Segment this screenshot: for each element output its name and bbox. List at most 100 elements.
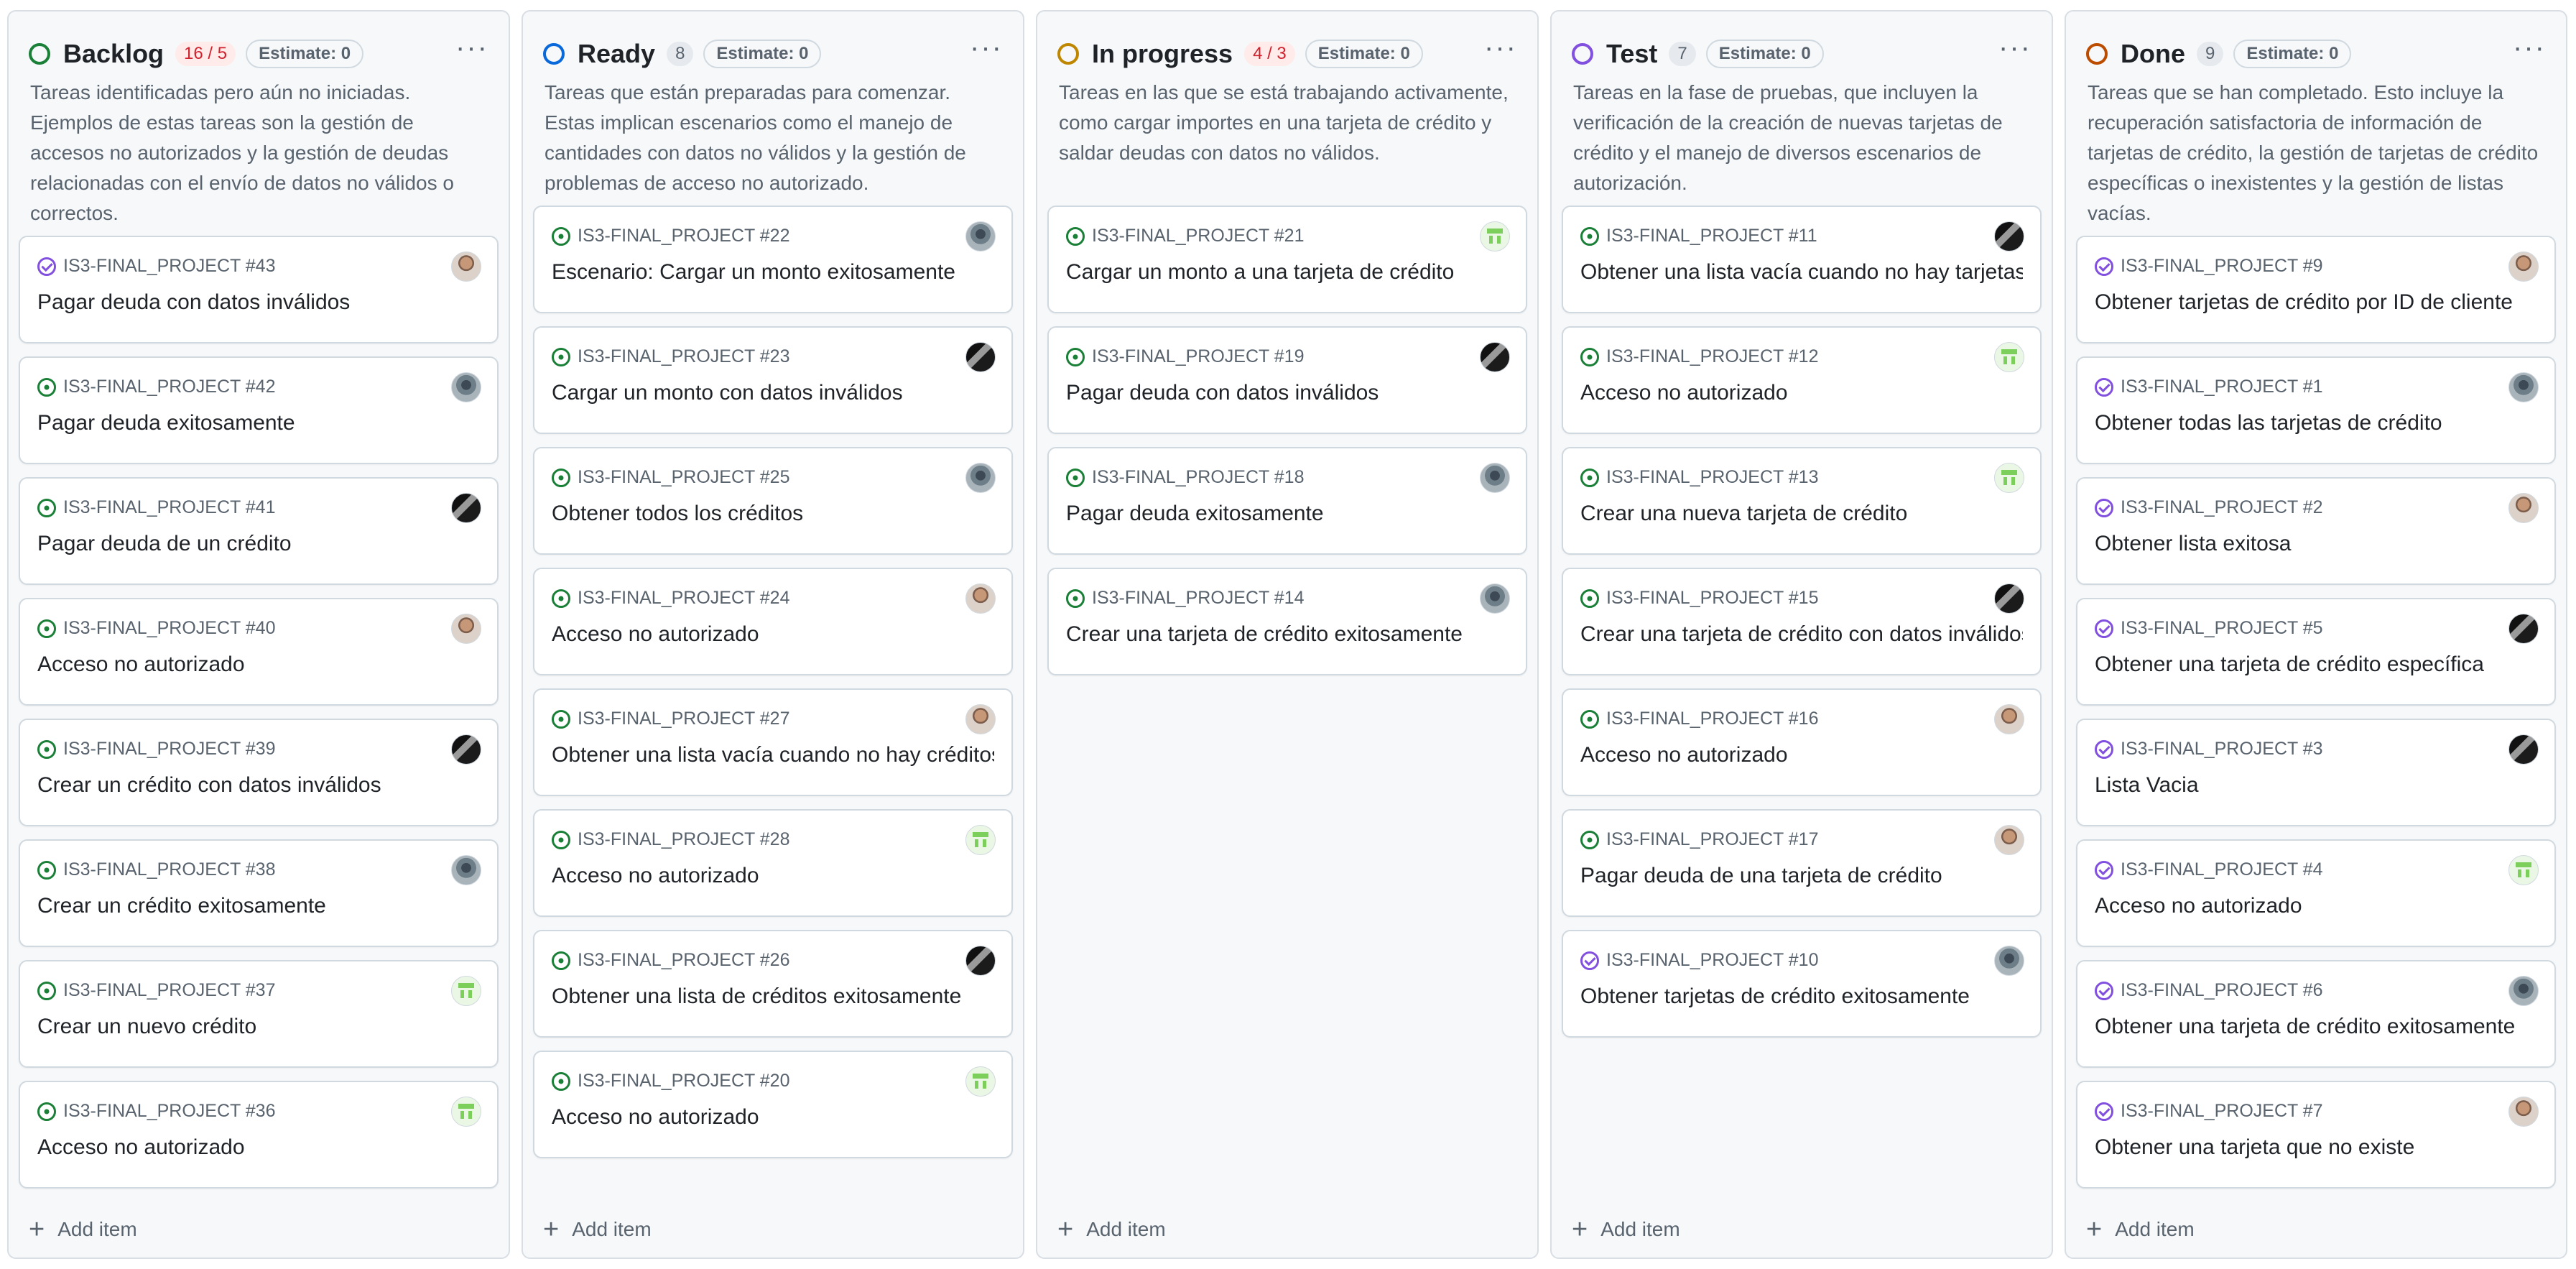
more-options-icon[interactable]: ··· [1484,33,1517,68]
assignee-avatar[interactable] [1480,342,1510,372]
more-options-icon[interactable]: ··· [970,33,1003,68]
add-item-button[interactable]: + Add item [29,1207,137,1252]
issue-reference[interactable]: IS3-FINAL_PROJECT #4 [2095,859,2323,880]
issue-card[interactable]: IS3-FINAL_PROJECT #7 Obtener una tarjeta … [2076,1081,2556,1189]
issue-title[interactable]: Acceso no autorizado [1580,381,2023,405]
issue-reference[interactable]: IS3-FINAL_PROJECT #23 [552,346,789,367]
issue-reference[interactable]: IS3-FINAL_PROJECT #15 [1580,588,1818,609]
assignee-avatar[interactable] [965,825,996,855]
issue-title[interactable]: Crear una tarjeta de crédito con datos i… [1580,622,2023,647]
issue-card[interactable]: IS3-FINAL_PROJECT #23 Cargar un monto con… [533,326,1013,434]
issue-reference[interactable]: IS3-FINAL_PROJECT #25 [552,467,789,488]
issue-reference[interactable]: IS3-FINAL_PROJECT #11 [1580,226,1817,246]
issue-title[interactable]: Obtener todas las tarjetas de crédito [2095,411,2537,435]
assignee-avatar[interactable] [451,614,481,644]
issue-card[interactable]: IS3-FINAL_PROJECT #9 Obtener tarjetas de … [2076,236,2556,343]
add-item-button[interactable]: + Add item [2086,1207,2195,1252]
issue-reference[interactable]: IS3-FINAL_PROJECT #24 [552,588,789,609]
issue-card[interactable]: IS3-FINAL_PROJECT #5 Obtener una tarjeta … [2076,598,2556,706]
issue-reference[interactable]: IS3-FINAL_PROJECT #26 [552,950,789,971]
assignee-avatar[interactable] [1480,463,1510,493]
assignee-avatar[interactable] [2508,614,2539,644]
issue-title[interactable]: Acceso no autorizado [1580,743,2023,767]
more-options-icon[interactable]: ··· [2513,33,2546,68]
issue-reference[interactable]: IS3-FINAL_PROJECT #22 [552,226,789,246]
issue-title[interactable]: Obtener una tarjeta de crédito exitosame… [2095,1015,2537,1039]
issue-reference[interactable]: IS3-FINAL_PROJECT #42 [37,377,275,397]
issue-reference[interactable]: IS3-FINAL_PROJECT #3 [2095,739,2323,760]
assignee-avatar[interactable] [1480,583,1510,614]
issue-title[interactable]: Crear una tarjeta de crédito exitosament… [1066,622,1509,647]
issue-title[interactable]: Acceso no autorizado [37,1135,480,1160]
issue-reference[interactable]: IS3-FINAL_PROJECT #40 [37,618,275,639]
add-item-button[interactable]: + Add item [543,1207,652,1252]
issue-card[interactable]: IS3-FINAL_PROJECT #40 Acceso no autorizad… [19,598,499,706]
issue-reference[interactable]: IS3-FINAL_PROJECT #5 [2095,618,2323,639]
issue-title[interactable]: Pagar deuda con datos inválidos [37,290,480,315]
issue-card[interactable]: IS3-FINAL_PROJECT #42 Pagar deuda exitosa… [19,356,499,464]
issue-card[interactable]: IS3-FINAL_PROJECT #37 Crear un nuevo créd… [19,960,499,1068]
assignee-avatar[interactable] [2508,493,2539,523]
assignee-avatar[interactable] [451,1097,481,1127]
issue-card[interactable]: IS3-FINAL_PROJECT #27 Obtener una lista v… [533,688,1013,796]
assignee-avatar[interactable] [451,493,481,523]
issue-card[interactable]: IS3-FINAL_PROJECT #39 Crear un crédito co… [19,719,499,826]
assignee-avatar[interactable] [1994,221,2024,252]
assignee-avatar[interactable] [965,946,996,976]
assignee-avatar[interactable] [1480,221,1510,252]
issue-title[interactable]: Acceso no autorizado [552,622,994,647]
issue-reference[interactable]: IS3-FINAL_PROJECT #41 [37,497,275,518]
assignee-avatar[interactable] [2508,252,2539,282]
issue-title[interactable]: Crear un crédito exitosamente [37,894,480,918]
issue-reference[interactable]: IS3-FINAL_PROJECT #12 [1580,346,1818,367]
issue-title[interactable]: Acceso no autorizado [552,864,994,888]
issue-card[interactable]: IS3-FINAL_PROJECT #6 Obtener una tarjeta … [2076,960,2556,1068]
issue-reference[interactable]: IS3-FINAL_PROJECT #27 [552,709,789,729]
assignee-avatar[interactable] [451,372,481,402]
issue-reference[interactable]: IS3-FINAL_PROJECT #37 [37,980,275,1001]
issue-reference[interactable]: IS3-FINAL_PROJECT #13 [1580,467,1818,488]
assignee-avatar[interactable] [965,463,996,493]
issue-title[interactable]: Crear una nueva tarjeta de crédito [1580,502,2023,526]
assignee-avatar[interactable] [451,976,481,1006]
issue-title[interactable]: Obtener todos los créditos [552,502,994,526]
assignee-avatar[interactable] [451,252,481,282]
issue-title[interactable]: Obtener una lista de créditos exitosamen… [552,984,994,1009]
issue-reference[interactable]: IS3-FINAL_PROJECT #36 [37,1101,275,1122]
issue-card[interactable]: IS3-FINAL_PROJECT #28 Acceso no autorizad… [533,809,1013,917]
issue-card[interactable]: IS3-FINAL_PROJECT #4 Acceso no autorizado [2076,839,2556,947]
issue-title[interactable]: Cargar un monto a una tarjeta de crédito [1066,260,1509,285]
issue-reference[interactable]: IS3-FINAL_PROJECT #39 [37,739,275,760]
assignee-avatar[interactable] [1994,463,2024,493]
issue-title[interactable]: Obtener una tarjeta de crédito específic… [2095,652,2537,677]
issue-title[interactable]: Cargar un monto con datos inválidos [552,381,994,405]
issue-title[interactable]: Obtener tarjetas de crédito exitosamente [1580,984,2023,1009]
issue-title[interactable]: Pagar deuda de un crédito [37,532,480,556]
issue-title[interactable]: Crear un crédito con datos inválidos [37,773,480,798]
issue-card[interactable]: IS3-FINAL_PROJECT #25 Obtener todos los c… [533,447,1013,555]
assignee-avatar[interactable] [1994,825,2024,855]
assignee-avatar[interactable] [1994,946,2024,976]
issue-reference[interactable]: IS3-FINAL_PROJECT #21 [1066,226,1304,246]
issue-card[interactable]: IS3-FINAL_PROJECT #11 Obtener una lista v… [1562,206,2042,313]
assignee-avatar[interactable] [1994,342,2024,372]
issue-title[interactable]: Pagar deuda exitosamente [37,411,480,435]
issue-card[interactable]: IS3-FINAL_PROJECT #43 Pagar deuda con dat… [19,236,499,343]
assignee-avatar[interactable] [451,734,481,765]
assignee-avatar[interactable] [965,583,996,614]
issue-card[interactable]: IS3-FINAL_PROJECT #3 Lista Vacia [2076,719,2556,826]
issue-title[interactable]: Lista Vacia [2095,773,2537,798]
issue-card[interactable]: IS3-FINAL_PROJECT #19 Pagar deuda con dat… [1047,326,1527,434]
issue-card[interactable]: IS3-FINAL_PROJECT #18 Pagar deuda exitosa… [1047,447,1527,555]
assignee-avatar[interactable] [2508,1097,2539,1127]
assignee-avatar[interactable] [2508,855,2539,885]
issue-reference[interactable]: IS3-FINAL_PROJECT #1 [2095,377,2323,397]
issue-title[interactable]: Acceso no autorizado [2095,894,2537,918]
issue-title[interactable]: Acceso no autorizado [552,1105,994,1130]
issue-card[interactable]: IS3-FINAL_PROJECT #1 Obtener todas las ta… [2076,356,2556,464]
issue-card[interactable]: IS3-FINAL_PROJECT #41 Pagar deuda de un c… [19,477,499,585]
issue-card[interactable]: IS3-FINAL_PROJECT #21 Cargar un monto a u… [1047,206,1527,313]
assignee-avatar[interactable] [451,855,481,885]
issue-reference[interactable]: IS3-FINAL_PROJECT #6 [2095,980,2323,1001]
issue-reference[interactable]: IS3-FINAL_PROJECT #17 [1580,829,1818,850]
